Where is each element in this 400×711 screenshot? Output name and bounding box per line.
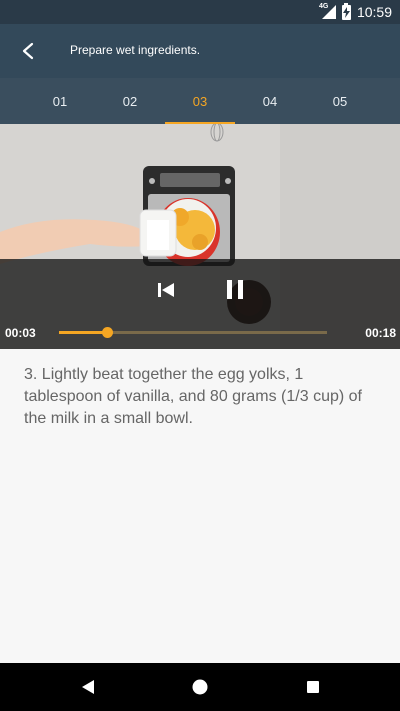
seek-bar[interactable]: [59, 327, 327, 338]
skip-previous-icon: [158, 283, 174, 297]
status-bar: 4G 10:59: [0, 0, 400, 24]
tab-step-02[interactable]: 02: [95, 78, 165, 124]
app-bar: Prepare wet ingredients.: [0, 24, 400, 78]
step-tabs: 01 02 03 04 05: [0, 78, 400, 124]
tab-step-05[interactable]: 05: [305, 78, 375, 124]
status-time: 10:59: [356, 4, 392, 20]
system-nav-bar: [0, 663, 400, 711]
step-instruction: 3. Lightly beat together the egg yolks, …: [24, 366, 362, 427]
pause-button[interactable]: [219, 274, 251, 306]
skip-previous-button[interactable]: [151, 275, 181, 305]
status-icons: 4G 10:59: [318, 0, 392, 24]
square-recents-icon: [307, 681, 319, 693]
duration: 00:18: [365, 326, 396, 340]
video-player[interactable]: 00:03 00:18: [0, 124, 400, 349]
nav-back-button[interactable]: [76, 675, 100, 699]
tab-step-04[interactable]: 04: [235, 78, 305, 124]
back-button[interactable]: [14, 37, 42, 65]
tab-step-03[interactable]: 03: [165, 78, 235, 124]
circle-home-icon: [192, 679, 208, 695]
tab-step-01[interactable]: 01: [25, 78, 95, 124]
nav-home-button[interactable]: [188, 675, 212, 699]
pause-icon: [227, 280, 243, 299]
video-controls-overlay: [0, 259, 400, 349]
battery-icon: [341, 2, 351, 20]
signal-icon: 4G: [318, 3, 336, 19]
network-type-label: 4G: [318, 3, 329, 10]
nav-recents-button[interactable]: [301, 675, 325, 699]
current-time: 00:03: [5, 326, 36, 340]
triangle-back-icon: [82, 680, 94, 694]
seek-bar-progress: [59, 331, 108, 334]
page-title: Prepare wet ingredients.: [70, 43, 201, 57]
arrow-left-icon: [22, 42, 34, 60]
